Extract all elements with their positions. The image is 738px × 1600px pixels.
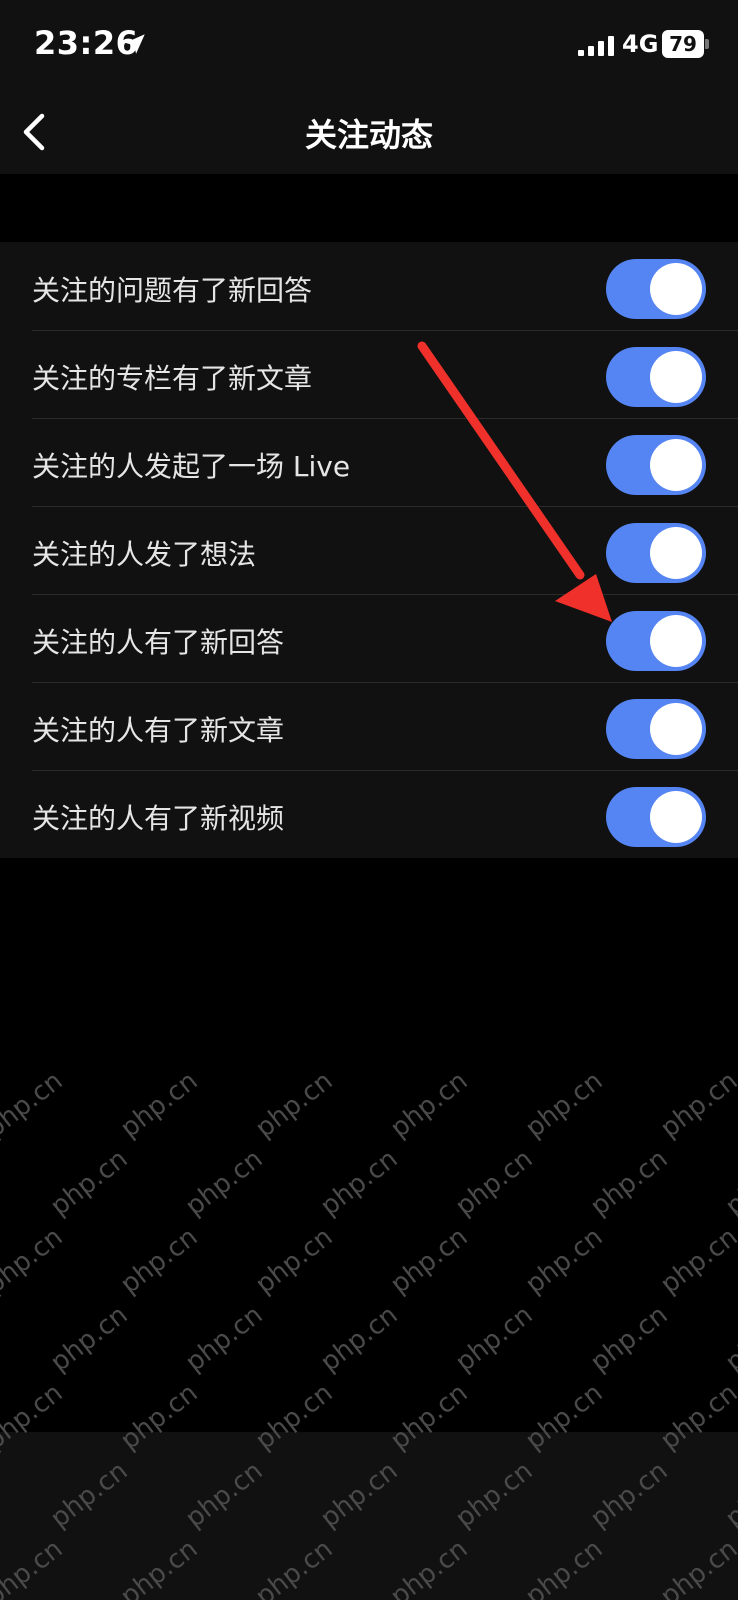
toggle-switch[interactable] xyxy=(606,787,706,847)
toggle-switch[interactable] xyxy=(606,435,706,495)
watermark-text: php.cn xyxy=(250,1065,339,1145)
signal-icon xyxy=(578,36,614,56)
watermark-text: php.cn xyxy=(655,1065,738,1145)
settings-row-label: 关注的人有了新视频 xyxy=(32,802,285,835)
settings-row-label: 关注的人有了新文章 xyxy=(32,714,285,747)
settings-row-label: 关注的人发起了一场 Live xyxy=(32,450,351,483)
settings-row-label: 关注的专栏有了新文章 xyxy=(32,362,313,395)
settings-row-label: 关注的人有了新回答 xyxy=(32,626,285,659)
watermark-text: php.cn xyxy=(520,1065,609,1145)
settings-row-label: 关注的问题有了新回答 xyxy=(32,274,313,307)
toggle-knob xyxy=(650,527,702,579)
settings-row-live[interactable]: 关注的人发起了一场 Live xyxy=(0,418,738,506)
settings-row-column-article[interactable]: 关注的专栏有了新文章 xyxy=(0,330,738,418)
bottom-bar xyxy=(0,1432,738,1600)
watermark-text: php.cn xyxy=(250,1221,339,1301)
nav-bar: 关注动态 xyxy=(0,90,738,174)
watermark-text: php.cn xyxy=(315,1299,404,1379)
watermark-text: php.cn xyxy=(385,1221,474,1301)
battery-icon: 79 xyxy=(662,30,704,58)
toggle-switch[interactable] xyxy=(606,347,706,407)
settings-row-idea[interactable]: 关注的人发了想法 xyxy=(0,506,738,594)
settings-row-person-video[interactable]: 关注的人有了新视频 xyxy=(0,770,738,858)
settings-row-label: 关注的人发了想法 xyxy=(32,538,257,571)
status-bar: 23:26 4G 79 xyxy=(0,0,738,90)
settings-list: 关注的问题有了新回答 关注的专栏有了新文章 关注的人发起了一场 Live 关注的… xyxy=(0,242,738,858)
page-title: 关注动态 xyxy=(304,116,433,154)
toggle-knob xyxy=(650,791,702,843)
watermark-text: php.cn xyxy=(585,1299,674,1379)
toggle-knob xyxy=(650,439,702,491)
toggle-switch[interactable] xyxy=(606,611,706,671)
watermark-text: php.cn xyxy=(315,1143,404,1223)
watermark-text: php.cn xyxy=(385,1065,474,1145)
location-arrow-icon xyxy=(125,34,145,54)
toggle-knob xyxy=(650,351,702,403)
network-type: 4G xyxy=(622,30,659,58)
watermark-text: php.cn xyxy=(180,1299,269,1379)
watermark-text: php.cn xyxy=(450,1299,539,1379)
watermark-text: php.cn xyxy=(115,1221,204,1301)
settings-row-person-answer[interactable]: 关注的人有了新回答 xyxy=(0,594,738,682)
toggle-knob xyxy=(650,703,702,755)
settings-row-question-answer[interactable]: 关注的问题有了新回答 xyxy=(0,242,738,330)
toggle-switch[interactable] xyxy=(606,259,706,319)
toggle-knob xyxy=(650,615,702,667)
settings-row-person-article[interactable]: 关注的人有了新文章 xyxy=(0,682,738,770)
toggle-switch[interactable] xyxy=(606,523,706,583)
watermark-text: php.cn xyxy=(520,1221,609,1301)
toggle-knob xyxy=(650,263,702,315)
watermark-text: php.cn xyxy=(720,1143,738,1223)
watermark-text: php.cn xyxy=(450,1143,539,1223)
watermark-text: php.cn xyxy=(45,1143,134,1223)
toggle-switch[interactable] xyxy=(606,699,706,759)
watermark-text: php.cn xyxy=(115,1065,204,1145)
watermark-text: php.cn xyxy=(0,1221,69,1301)
watermark-text: php.cn xyxy=(585,1143,674,1223)
watermark-text: php.cn xyxy=(0,1065,69,1145)
watermark-text: php.cn xyxy=(720,1299,738,1379)
watermark-text: php.cn xyxy=(45,1299,134,1379)
watermark-text: php.cn xyxy=(180,1143,269,1223)
battery-tip xyxy=(705,39,709,49)
watermark-text: php.cn xyxy=(655,1221,738,1301)
